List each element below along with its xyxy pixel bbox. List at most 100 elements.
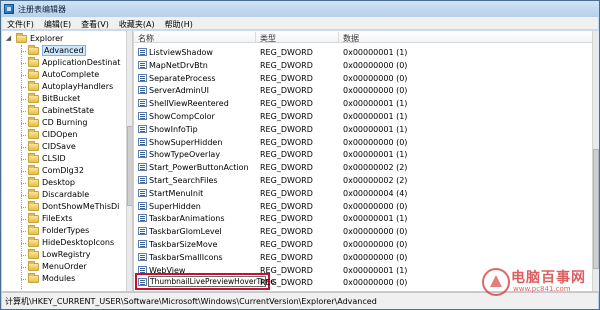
value-row[interactable]: ShowInfoTip REG_DWORD 0x00000001 (1) xyxy=(134,123,592,136)
value-row[interactable]: ShellViewReentered REG_DWORD 0x00000001 (1… xyxy=(134,97,592,110)
value-row[interactable]: ServerAdminUI REG_DWORD 0x00000000 (0) xyxy=(134,84,592,97)
tree-item-label: MenuOrder xyxy=(42,262,87,271)
value-data: 0x00000001 (1) xyxy=(343,214,408,224)
folder-icon xyxy=(28,225,39,235)
collapse-icon[interactable]: ◢ xyxy=(5,35,12,42)
value-data: 0x00000000 (0) xyxy=(343,60,408,70)
value-data: 0x00000002 (2) xyxy=(343,176,408,185)
registry-tree[interactable]: ◢ Explorer Advanced ApplicationDestinat Auto… xyxy=(2,31,133,291)
value-type: REG_DWORD xyxy=(260,201,313,211)
tree-scrollbar[interactable] xyxy=(126,31,132,291)
window-title: 注册表编辑器 xyxy=(18,5,66,14)
value-type: REG_DWORD xyxy=(260,240,313,249)
reg-binary-icon xyxy=(138,73,147,82)
reg-binary-icon xyxy=(138,150,147,159)
value-row[interactable]: MapNetDrvBtn REG_DWORD 0x00000000 (0) xyxy=(134,59,592,72)
value-row[interactable]: TaskbarSmallIcons REG_DWORD 0x00000000 (0) xyxy=(134,251,592,264)
value-name: TaskbarGlomLevel xyxy=(149,227,222,237)
folder-icon xyxy=(28,141,39,151)
reg-binary-icon xyxy=(138,240,147,248)
folder-icon xyxy=(28,81,39,91)
folder-icon xyxy=(28,69,39,79)
reg-binary-icon xyxy=(138,227,147,236)
value-name: StartMenuInit xyxy=(149,188,204,198)
menu-help[interactable]: 帮助(H) xyxy=(160,17,198,29)
tree-item-label: CIDSave xyxy=(42,142,76,151)
value-name: ServerAdminUI xyxy=(149,86,209,96)
value-row[interactable]: StartMenuInit REG_DWORD 0x00000004 (4) xyxy=(134,187,592,200)
menu-file[interactable]: 文件(F) xyxy=(2,17,39,29)
value-name: ShowSuperHidden xyxy=(149,137,223,147)
value-type: REG_DWORD xyxy=(260,252,313,262)
menu-edit[interactable]: 编辑(E) xyxy=(39,17,76,29)
value-row[interactable]: TaskbarGlomLevel REG_DWORD 0x00000000 (0) xyxy=(134,225,592,238)
tree-item-label: Explorer xyxy=(30,34,64,43)
column-divider[interactable] xyxy=(255,32,256,42)
list-scrollbar-thumb[interactable] xyxy=(593,149,599,269)
column-header-type[interactable]: 类型 xyxy=(260,33,276,44)
tree-scrollbar-thumb[interactable] xyxy=(127,126,132,206)
tree-item-label: AutoplayHandlers xyxy=(42,82,114,91)
value-row[interactable]: SeparateProcess REG_DWORD 0x00000000 (0) xyxy=(134,72,592,85)
value-type: REG_DWORD xyxy=(260,214,313,224)
folder-icon xyxy=(28,129,39,139)
reg-binary-icon xyxy=(138,214,147,223)
reg-binary-icon xyxy=(138,112,147,120)
value-name: SeparateProcess xyxy=(149,73,216,83)
value-row[interactable]: Start_SearchFiles REG_DWORD 0x00000002 (2) xyxy=(134,174,592,187)
value-row[interactable]: ShowCompColor REG_DWORD 0x00000001 (1) xyxy=(134,110,592,123)
watermark: 电脑百事网 www.pc841.com xyxy=(481,265,599,301)
folder-icon xyxy=(28,237,39,247)
tree-item-label: Discardable xyxy=(42,190,90,199)
tree-item-label: ComDlg32 xyxy=(42,166,84,175)
value-data: 0x00000000 (0) xyxy=(343,201,408,211)
reg-binary-icon xyxy=(138,163,147,172)
value-row[interactable]: SuperHidden REG_DWORD 0x00000000 (0) xyxy=(134,200,592,213)
value-data: 0x00000000 (0) xyxy=(343,227,408,237)
value-data: 0x00000001 (1) xyxy=(343,265,408,275)
list-scrollbar[interactable] xyxy=(592,31,599,291)
reg-binary-icon xyxy=(138,137,147,146)
value-type: REG_DWORD xyxy=(260,150,313,160)
tree-guide-line xyxy=(21,45,22,289)
tree-item-label: CIDOpen xyxy=(42,130,78,139)
column-header-data[interactable]: 数据 xyxy=(343,33,359,44)
folder-icon xyxy=(28,177,39,187)
value-row[interactable]: ListviewShadow REG_DWORD 0x00000001 (1) xyxy=(134,46,592,59)
folder-icon xyxy=(28,261,39,271)
value-data: 0x00000000 (0) xyxy=(343,252,408,262)
value-data: 0x00000000 (0) xyxy=(343,278,408,288)
tree-item-label: Desktop xyxy=(42,178,75,187)
value-name: ShowTypeOverlay xyxy=(149,150,221,160)
value-row[interactable]: ShowTypeOverlay REG_DWORD 0x00000001 (1) xyxy=(134,148,592,161)
menu-bar: 文件(F) 编辑(E) 查看(V) 收藏夹(A) 帮助(H) xyxy=(2,17,598,30)
folder-icon xyxy=(28,45,39,55)
tree-item-label: Advanced xyxy=(42,45,86,56)
value-row[interactable]: Start_PowerButtonAction REG_DWORD 0x000000… xyxy=(134,161,592,174)
value-row[interactable]: TaskbarSizeMove REG_DWORD 0x00000000 (0) xyxy=(134,238,592,251)
value-row[interactable]: ShowSuperHidden REG_DWORD 0x00000000 (0) xyxy=(134,136,592,149)
reg-binary-icon xyxy=(138,60,147,69)
value-data: 0x00000004 (4) xyxy=(343,188,408,198)
value-data: 0x00000001 (1) xyxy=(343,112,408,121)
tree-item[interactable]: ◢ Explorer xyxy=(2,33,124,45)
value-name: MapNetDrvBtn xyxy=(149,60,208,70)
folder-icon xyxy=(28,153,39,163)
title-bar[interactable]: 注册表编辑器 xyxy=(1,1,599,17)
value-type: REG_DWORD xyxy=(260,163,313,173)
value-type: REG_DWORD xyxy=(260,48,313,57)
menu-favorites[interactable]: 收藏夹(A) xyxy=(114,17,160,29)
reg-binary-icon xyxy=(138,86,147,95)
column-divider[interactable] xyxy=(338,32,339,42)
column-header-name[interactable]: 名称 xyxy=(138,33,154,44)
value-type: REG_DWORD xyxy=(260,137,313,147)
value-type: REG_DWORD xyxy=(260,99,313,109)
menu-view[interactable]: 查看(V) xyxy=(76,17,114,29)
values-list[interactable]: 名称 类型 数据 ListviewShadow REG_DWORD 0x000000… xyxy=(134,31,599,291)
value-type: REG_DWORD xyxy=(260,73,313,83)
value-row[interactable]: TaskbarAnimations REG_DWORD 0x00000001 (1) xyxy=(134,212,592,225)
value-name: Start_SearchFiles xyxy=(149,176,218,185)
folder-icon xyxy=(28,201,39,211)
value-type: REG_DWORD xyxy=(260,124,313,134)
value-name: ShellViewReentered xyxy=(149,99,229,109)
